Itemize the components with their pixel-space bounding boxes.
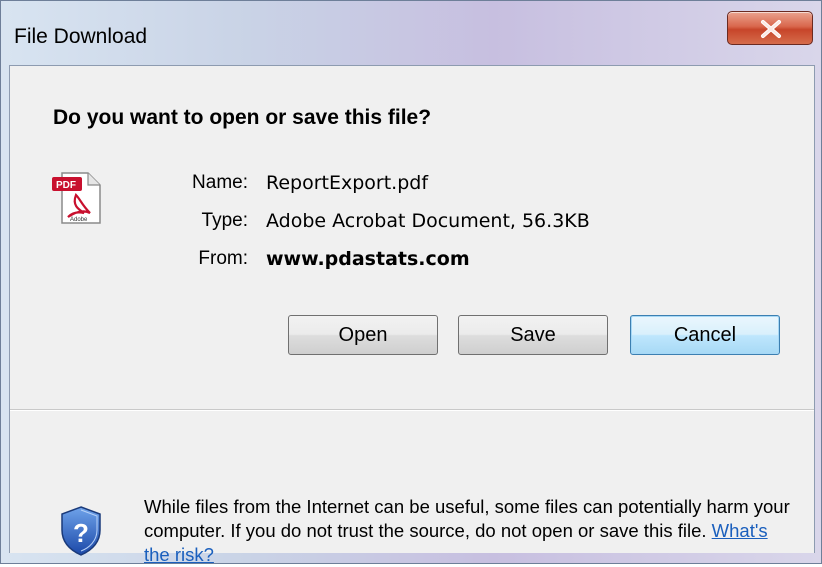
type-label: Type: <box>201 210 248 231</box>
window-title: File Download <box>14 25 148 48</box>
open-button[interactable]: Open <box>288 315 438 355</box>
file-type: Adobe Acrobat Document, 56.3KB <box>266 210 590 232</box>
file-source: www.pdastats.com <box>266 248 470 270</box>
svg-text:PDF: PDF <box>56 180 76 191</box>
titlebar[interactable]: File Download <box>1 1 821 65</box>
security-shield-question-icon: ? <box>61 506 101 556</box>
security-warning-text: While files from the Internet can be use… <box>144 495 794 567</box>
close-button[interactable] <box>727 11 813 45</box>
name-label: Name: <box>192 172 248 193</box>
cancel-button[interactable]: Cancel <box>630 315 780 355</box>
save-button[interactable]: Save <box>458 315 608 355</box>
from-label: From: <box>198 248 248 269</box>
svg-text:?: ? <box>73 518 89 548</box>
close-icon <box>761 20 781 38</box>
warning-message: While files from the Internet can be use… <box>144 496 790 541</box>
pdf-file-icon: PDF Adobe <box>52 172 101 224</box>
security-warning-panel: ? While files from the Internet can be u… <box>10 409 814 565</box>
dialog-question: Do you want to open or save this file? <box>53 106 432 129</box>
svg-text:Adobe: Adobe <box>70 217 88 223</box>
file-name: ReportExport.pdf <box>266 172 429 194</box>
file-info-panel: Do you want to open or save this file? P… <box>10 66 814 409</box>
file-download-dialog: File Download Do you want to open or sav… <box>0 0 822 565</box>
dialog-body: Do you want to open or save this file? P… <box>9 65 815 565</box>
